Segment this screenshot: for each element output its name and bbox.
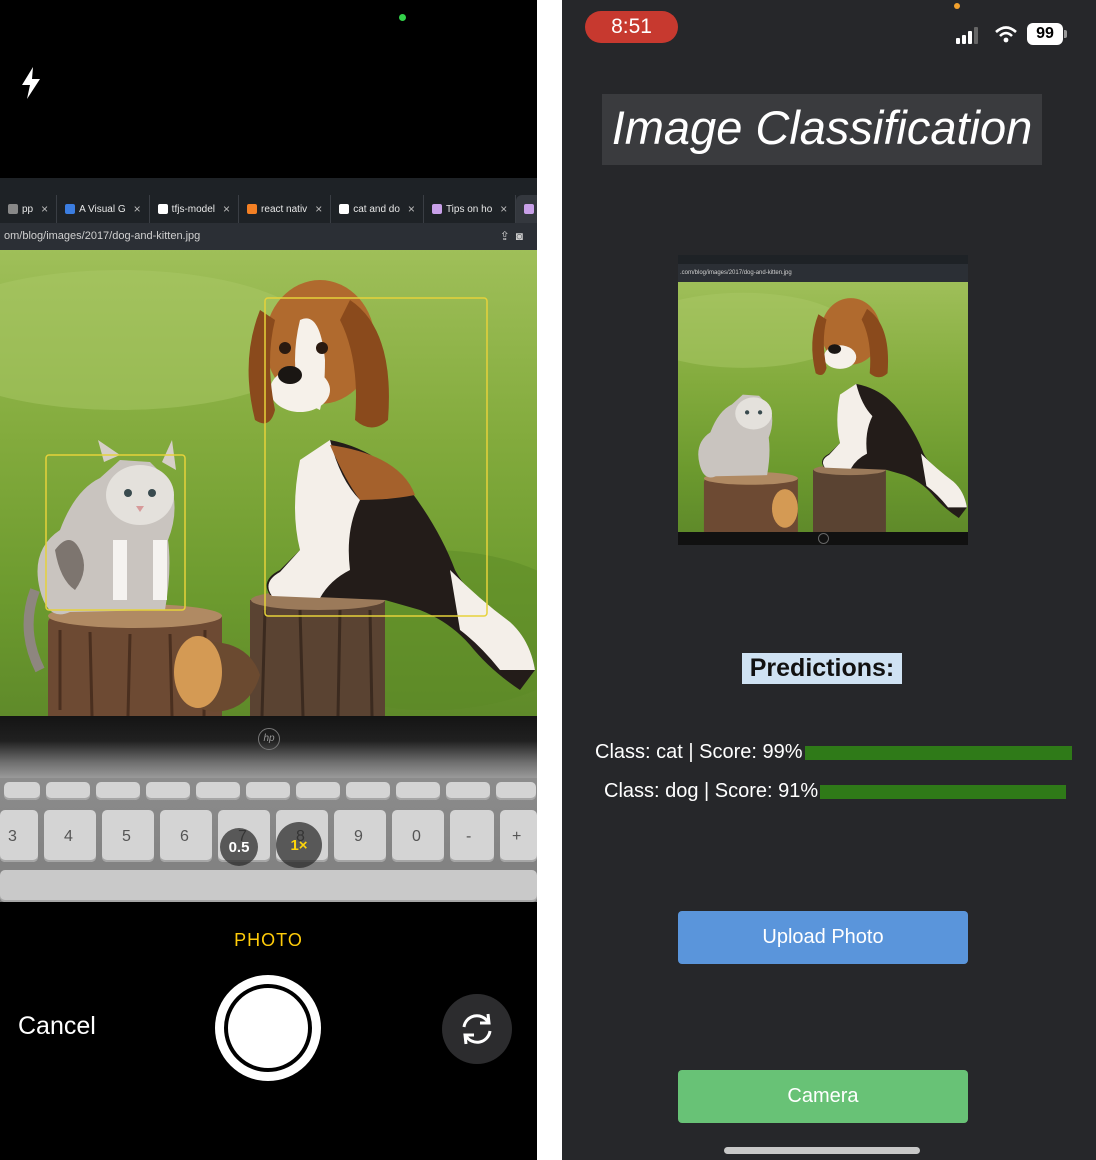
camera-mode-photo[interactable]: PHOTO — [0, 930, 537, 951]
tree-stump-right — [174, 590, 385, 716]
browser-tab: react nativ × — [239, 195, 332, 223]
app-screen: 8:51 99 Image Classification .com/blog/i… — [562, 0, 1096, 1160]
keyboard-key: 9 — [334, 810, 386, 862]
keyboard-key — [246, 782, 290, 800]
shutter-inner-ring — [224, 984, 312, 1072]
viewfinder-photo — [0, 250, 537, 716]
keyboard-key — [46, 782, 90, 800]
browser-tab: dog-and-k× — [516, 195, 537, 223]
prediction-score-bar — [820, 784, 1067, 799]
camera-viewfinder: pp × A Visual G × tfjs-model × react nativ × cat… — [0, 178, 537, 902]
browser-url-bar: om/blog/images/2017/dog-and-kitten.jpg ⇪… — [0, 223, 537, 250]
keyboard-key — [296, 782, 340, 800]
browser-tab-strip: pp × A Visual G × tfjs-model × react nativ × cat… — [0, 178, 537, 223]
keyboard-key — [146, 782, 190, 800]
keyboard-key: - — [450, 810, 494, 862]
upload-photo-button[interactable]: Upload Photo — [678, 911, 968, 964]
keyboard-key — [396, 782, 440, 800]
close-tab-icon: × — [500, 202, 508, 216]
preview-laptop-bezel — [678, 532, 968, 545]
keyboard-key — [496, 782, 536, 800]
close-tab-icon: × — [223, 202, 231, 216]
prediction-label: Class: dog | Score: 91% — [604, 780, 819, 802]
keyboard-key: 4 — [44, 810, 96, 862]
keyboard-key — [446, 782, 490, 800]
flip-camera-button[interactable] — [442, 994, 512, 1064]
keyboard-key-row — [0, 870, 537, 902]
close-tab-icon: × — [315, 202, 323, 216]
browser-tab: pp × — [0, 195, 58, 223]
keyboard-key: 0 — [392, 810, 444, 862]
doc-tab-icon — [431, 204, 442, 214]
keyboard-key: 5 — [102, 810, 154, 862]
wifi-icon — [995, 26, 1017, 43]
browser-tab: Tips on ho × — [424, 195, 517, 223]
browser-tab-label: pp — [22, 203, 34, 215]
laptop-keyboard: 3 4 5 6 7 8 9 0 - + — [0, 778, 537, 902]
image-tab-icon — [524, 204, 535, 214]
keyboard-key — [4, 782, 40, 800]
keyboard-key — [346, 782, 390, 800]
status-time: 8:51 — [585, 11, 678, 43]
stack-tab-icon — [247, 204, 258, 214]
browser-tab-label: cat and do — [353, 203, 400, 215]
camera-button[interactable]: Camera — [678, 1070, 968, 1123]
zoom-1x-button[interactable]: 1× — [276, 822, 322, 868]
camera-screen: pp × A Visual G × tfjs-model × react nativ × cat… — [0, 0, 537, 1160]
shutter-button[interactable] — [215, 975, 321, 1081]
dog-and-kitten-scene — [0, 270, 537, 716]
browser-tab-label: Tips on ho — [445, 203, 493, 215]
browser-tab-label: react nativ — [261, 203, 308, 215]
url-text: om/blog/images/2017/dog-and-kitten.jpg — [4, 230, 201, 242]
app-tab-icon — [8, 204, 18, 214]
globe-tab-icon — [65, 204, 76, 214]
keyboard-key — [96, 782, 140, 800]
browser-tab: A Visual G × — [57, 195, 150, 223]
selected-image-preview: .com/blog/images/2017/dog-and-kitten.jpg — [678, 255, 968, 545]
zoom-0-5-button[interactable]: 0.5 — [220, 828, 258, 866]
home-indicator[interactable] — [724, 1147, 920, 1154]
flash-icon[interactable] — [18, 66, 44, 100]
keyboard-key: 6 — [160, 810, 212, 862]
preview-photo — [678, 282, 968, 532]
close-tab-icon: × — [133, 202, 141, 216]
browser-tab-label: tfjs-model — [171, 203, 216, 215]
share-camera-icon: ⇪◙ — [499, 229, 529, 243]
keyboard-key: 3 — [0, 810, 38, 862]
prediction-row-dog: Class: dog | Score: 91% — [604, 780, 1067, 803]
keyboard-key: + — [500, 810, 537, 862]
preview-hp-logo — [818, 533, 829, 544]
laptop-hinge: hp — [0, 716, 537, 778]
cellular-signal-icon — [956, 27, 978, 44]
predictions-heading: Predictions: — [742, 653, 902, 684]
hp-logo: hp — [258, 728, 280, 750]
preview-dog-and-kitten-scene — [678, 292, 967, 532]
github-tab-icon — [157, 204, 168, 214]
keyboard-key — [196, 782, 240, 800]
preview-tab-strip — [678, 255, 968, 264]
browser-tab: cat and do × — [331, 195, 424, 223]
battery-tip — [1064, 30, 1067, 38]
flip-camera-icon — [462, 1013, 492, 1045]
page-title: Image Classification — [602, 94, 1042, 165]
battery-icon: 99 — [1027, 23, 1063, 45]
google-tab-icon — [339, 204, 350, 214]
camera-indicator-dot — [399, 14, 406, 21]
prediction-score-bar — [804, 745, 1072, 760]
prediction-row-cat: Class: cat | Score: 99% — [595, 741, 1072, 764]
privacy-indicator-dot — [954, 3, 960, 9]
preview-url: .com/blog/images/2017/dog-and-kitten.jpg — [678, 264, 968, 282]
close-tab-icon: × — [407, 202, 415, 216]
browser-tab: tfjs-model × — [150, 195, 240, 223]
browser-tab-label: A Visual G — [79, 203, 126, 215]
cancel-button[interactable]: Cancel — [18, 1012, 96, 1041]
close-tab-icon: × — [41, 202, 49, 216]
prediction-label: Class: cat | Score: 99% — [595, 741, 803, 763]
